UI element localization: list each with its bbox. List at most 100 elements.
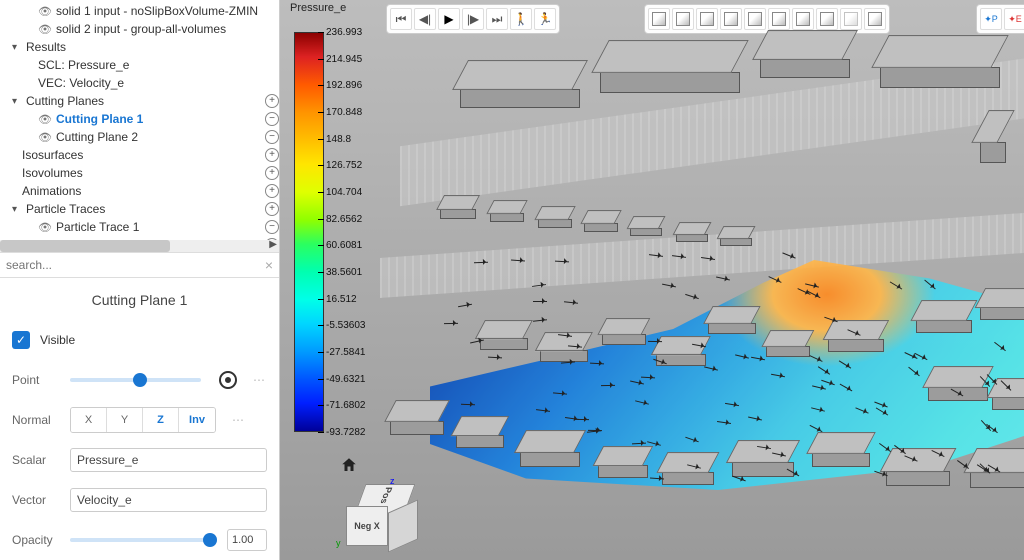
velocity-arrow bbox=[488, 357, 502, 359]
building bbox=[662, 452, 714, 485]
target-icon[interactable] bbox=[219, 371, 237, 389]
opacity-value[interactable]: 1.00 bbox=[227, 529, 267, 551]
building bbox=[490, 200, 524, 222]
tree-item-vec[interactable]: VEC: Velocity_e bbox=[4, 74, 279, 92]
scalar-label: Scalar bbox=[12, 453, 60, 467]
add-icon[interactable]: + bbox=[265, 94, 279, 108]
tree-item-solid1[interactable]: 👁solid 1 input - noSlipBoxVolume-ZMIN bbox=[4, 2, 279, 20]
sidebar: 👁solid 1 input - noSlipBoxVolume-ZMIN 👁 s… bbox=[0, 0, 280, 560]
velocity-arrow bbox=[470, 339, 484, 343]
search-input[interactable] bbox=[6, 258, 265, 272]
normal-row: Normal X Y Z Inv ⋯ bbox=[12, 400, 267, 440]
horizontal-scrollbar[interactable]: ▶ bbox=[0, 240, 279, 252]
building bbox=[916, 300, 972, 333]
point-label: Point bbox=[12, 373, 60, 387]
tree-label: Particle Traces bbox=[26, 202, 261, 216]
more-icon[interactable]: ⋯ bbox=[253, 373, 267, 387]
more-icon[interactable]: ⋯ bbox=[232, 413, 246, 427]
tree-label: Particle Trace 1 bbox=[56, 220, 261, 234]
caret-down-icon: ▾ bbox=[12, 204, 22, 215]
building bbox=[538, 206, 572, 228]
building bbox=[980, 288, 1024, 320]
tree-item-isosurfaces[interactable]: Isosurfaces + bbox=[4, 146, 279, 164]
caret-down-icon: ▾ bbox=[12, 96, 22, 107]
tree-item-animations[interactable]: Animations + bbox=[4, 182, 279, 200]
hidden-icon: 👁 bbox=[38, 5, 52, 18]
navigation-cube[interactable]: Pos Z Neg X z y bbox=[346, 484, 420, 552]
normal-y-button[interactable]: Y bbox=[107, 408, 143, 432]
velocity-arrow bbox=[561, 361, 575, 363]
velocity-arrow bbox=[444, 323, 458, 324]
building bbox=[456, 416, 504, 448]
building bbox=[390, 400, 444, 435]
building bbox=[440, 195, 476, 219]
tree-label: Isosurfaces bbox=[22, 148, 261, 162]
tree-item-cutting-planes[interactable]: ▾Cutting Planes+ bbox=[4, 92, 279, 110]
velocity-arrow bbox=[474, 261, 488, 263]
velocity-arrow bbox=[648, 341, 662, 342]
velocity-arrow bbox=[717, 276, 731, 280]
velocity-arrow bbox=[458, 304, 472, 307]
add-icon[interactable]: + bbox=[265, 166, 279, 180]
scroll-right-icon[interactable]: ▶ bbox=[269, 239, 277, 250]
building bbox=[980, 110, 1006, 163]
tree-label: Cutting Plane 2 bbox=[56, 130, 261, 144]
properties-title: Cutting Plane 1 bbox=[12, 292, 267, 308]
tree-item-pt1[interactable]: 👁 Particle Trace 1− bbox=[4, 218, 279, 236]
visible-icon: 👁 bbox=[38, 113, 52, 126]
home-icon[interactable] bbox=[340, 456, 358, 474]
remove-icon[interactable]: − bbox=[265, 112, 279, 126]
tree-label: VEC: Velocity_e bbox=[38, 76, 279, 90]
tree-item-particle-traces[interactable]: ▾ Particle Traces + bbox=[4, 200, 279, 218]
axis-y-label: y bbox=[336, 538, 341, 548]
building bbox=[598, 446, 648, 478]
visible-icon: 👁 bbox=[38, 23, 52, 36]
building bbox=[630, 216, 662, 236]
visible-row: ✓ Visible bbox=[12, 320, 267, 360]
building bbox=[676, 222, 708, 242]
hidden-icon: 👁 bbox=[38, 221, 52, 234]
visible-checkbox[interactable]: ✓ bbox=[12, 331, 30, 349]
remove-icon[interactable]: − bbox=[265, 220, 279, 234]
building bbox=[760, 30, 850, 78]
tree-item-scl[interactable]: SCL: Pressure_e bbox=[4, 56, 279, 74]
add-icon[interactable]: + bbox=[265, 148, 279, 162]
opacity-row: Opacity 1.00 bbox=[12, 520, 267, 560]
building bbox=[480, 320, 528, 350]
velocity-arrow bbox=[533, 319, 547, 321]
tree-item-isovolumes[interactable]: Isovolumes+ bbox=[4, 164, 279, 182]
hidden-icon: 👁 bbox=[38, 131, 52, 144]
building bbox=[460, 60, 580, 108]
velocity-arrow bbox=[686, 294, 700, 299]
building bbox=[766, 330, 810, 357]
3d-viewport[interactable]: ⏮ ◀| ▶ |▶ ⏭ 🚶 🏃 ✦P ✦E Pressure_e 236.993… bbox=[280, 0, 1024, 560]
building bbox=[584, 210, 618, 232]
vector-select[interactable]: Velocity_e bbox=[70, 488, 267, 512]
point-row: Point ⋯ bbox=[12, 360, 267, 400]
scalar-select[interactable]: Pressure_e bbox=[70, 448, 267, 472]
tree-label: Animations bbox=[22, 184, 261, 198]
normal-inv-button[interactable]: Inv bbox=[179, 408, 215, 432]
velocity-arrow bbox=[601, 385, 615, 386]
point-slider[interactable] bbox=[70, 378, 201, 382]
tree-item-cp2[interactable]: 👁 Cutting Plane 2− bbox=[4, 128, 279, 146]
building bbox=[600, 40, 740, 93]
building bbox=[812, 432, 870, 467]
remove-icon[interactable]: − bbox=[265, 130, 279, 144]
clear-search-icon[interactable]: × bbox=[265, 257, 273, 273]
building bbox=[708, 306, 756, 334]
tree-item-cp1[interactable]: 👁Cutting Plane 1− bbox=[4, 110, 279, 128]
tree-label: Results bbox=[26, 40, 279, 54]
normal-z-button[interactable]: Z bbox=[143, 408, 179, 432]
tree-item-results[interactable]: ▾Results bbox=[4, 38, 279, 56]
add-icon[interactable]: + bbox=[265, 184, 279, 198]
tree-label: solid 2 input - group-all-volumes bbox=[56, 22, 279, 36]
opacity-slider[interactable] bbox=[70, 538, 217, 542]
add-icon[interactable]: + bbox=[265, 202, 279, 216]
normal-x-button[interactable]: X bbox=[71, 408, 107, 432]
building bbox=[732, 440, 794, 477]
navcube-front[interactable]: Neg X bbox=[346, 506, 388, 546]
tree-item-solid2[interactable]: 👁 solid 2 input - group-all-volumes bbox=[4, 20, 279, 38]
velocity-arrow bbox=[461, 404, 475, 405]
search-row: × bbox=[0, 252, 279, 278]
